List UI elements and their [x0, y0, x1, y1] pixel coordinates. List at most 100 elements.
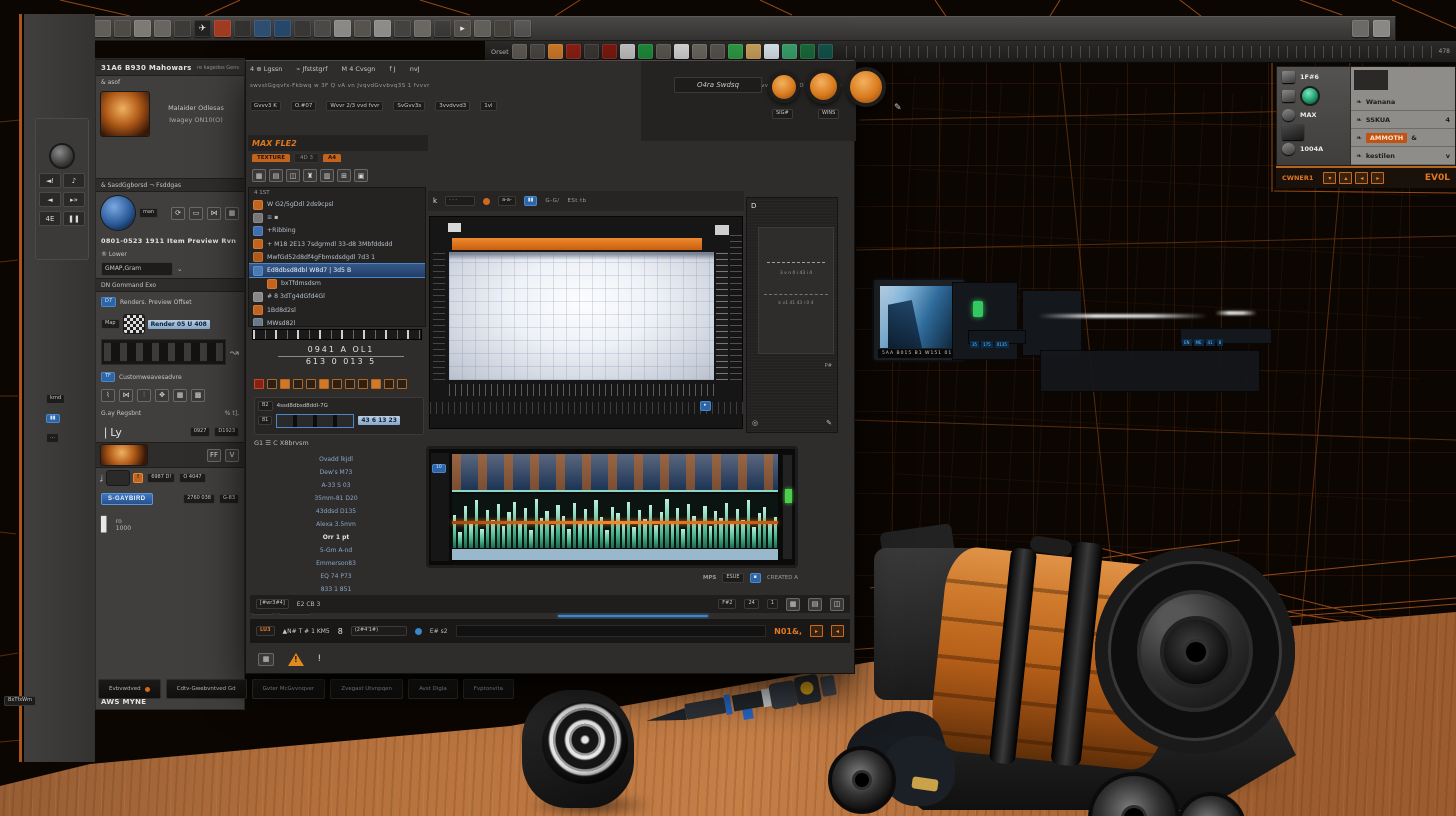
shader-tool-button[interactable]: ⟳: [171, 207, 185, 220]
snap-icon[interactable]: [1373, 20, 1390, 37]
pause-button[interactable]: ❚❚: [63, 211, 85, 226]
bottom-tab[interactable]: Zvegast Utvnpqen: [330, 679, 403, 699]
shader-tool-button[interactable]: ⋈: [207, 207, 221, 220]
warning-icon[interactable]: [288, 653, 304, 666]
bottom-tab[interactable]: Fvptonvita: [463, 679, 514, 699]
doc-blue-icon[interactable]: [764, 44, 779, 59]
glyph-button[interactable]: ⌇: [101, 389, 115, 402]
tree-green-icon[interactable]: [728, 44, 743, 59]
small-chip-1[interactable]: krnd: [46, 394, 65, 404]
tree-item[interactable]: ≡ ▪: [249, 211, 425, 224]
aa-chip[interactable]: a-a-: [498, 196, 516, 206]
segment-chip[interactable]: [293, 379, 303, 389]
page-icon[interactable]: [374, 20, 391, 37]
toolbar-chip[interactable]: O.#07: [291, 101, 316, 111]
slab-icon[interactable]: [584, 44, 599, 59]
folder-icon[interactable]: [154, 20, 171, 37]
panel-icon[interactable]: [174, 20, 191, 37]
stamp-icon[interactable]: [314, 20, 331, 37]
toolbar-chip[interactable]: SvGvv3s: [393, 101, 425, 111]
material-row[interactable]: Malaider Odlesas Iwagey ON10(O): [96, 88, 244, 140]
orange-nav-right[interactable]: ◂: [831, 625, 844, 637]
mixer-icon[interactable]: [710, 44, 725, 59]
shader-tool-button[interactable]: ▭: [189, 207, 203, 220]
orange-nav-left[interactable]: ▸: [810, 625, 823, 637]
small-chip-blue[interactable]: ▮▮: [46, 414, 60, 424]
sphere-icon[interactable]: [1282, 109, 1295, 121]
snap-toggle[interactable]: ▤: [808, 598, 822, 611]
level-knob[interactable]: [846, 67, 886, 107]
canvas-bottom-ticks[interactable]: [449, 384, 715, 396]
tab-a4-chip[interactable]: A4: [323, 154, 341, 162]
pen-icon[interactable]: ✎: [826, 419, 832, 427]
transport-track[interactable]: [456, 625, 767, 637]
tab-4d[interactable]: 4D 3: [294, 153, 319, 163]
chevron-down-icon[interactable]: ⌄: [177, 265, 182, 273]
tree-item[interactable]: +Ribbing: [249, 224, 425, 237]
statusbar-chip[interactable]: [#wr3#4]: [256, 599, 289, 609]
next-button[interactable]: ▸»: [63, 192, 85, 207]
grid-icon[interactable]: [394, 20, 411, 37]
tree-tool-button[interactable]: ▦: [252, 169, 266, 182]
clock-icon[interactable]: [1282, 90, 1295, 102]
stop-button[interactable]: 4E: [39, 211, 61, 226]
layer-toggle[interactable]: ◫: [830, 598, 844, 611]
segment-chip[interactable]: [345, 379, 355, 389]
tree-item[interactable]: + M18 2E13 7sdgrmdl 33-d8 3Mbfddsdd: [249, 238, 425, 251]
frame-white-icon[interactable]: [620, 44, 635, 59]
pair-chip[interactable]: ▮▮: [524, 196, 538, 206]
segment-chip[interactable]: [332, 379, 342, 389]
menu-item[interactable]: ⌁ Jfststgrf: [296, 65, 327, 73]
sand-icon[interactable]: [746, 44, 761, 59]
tree-item[interactable]: W G2/5gDdl 2ds9cpsl: [249, 198, 425, 211]
printer-icon[interactable]: [1282, 71, 1295, 83]
bottom-tab[interactable]: Evbvwdved: [98, 679, 161, 699]
tree-item[interactable]: bxTfdmsdsm: [249, 277, 425, 290]
preset-list-item[interactable]: 43ddsd D135: [256, 505, 416, 518]
frame-cells[interactable]: [276, 414, 354, 428]
playhead-line[interactable]: [452, 521, 778, 524]
door-orange-icon[interactable]: [548, 44, 563, 59]
list-icon[interactable]: [134, 20, 151, 37]
outliner-row[interactable]: ❧ SSKUA 4: [1351, 111, 1455, 129]
globe-icon[interactable]: [234, 20, 251, 37]
outliner-row[interactable]: ❧ AMMOTH &: [1351, 129, 1455, 147]
toolbar-chip[interactable]: Gvvv3 K: [250, 101, 281, 111]
segment-chip[interactable]: [371, 379, 381, 389]
tree-item[interactable]: Ed8dbsd8dbl W8d7 | 3d5 B: [249, 264, 425, 277]
footer-nav-button[interactable]: ▸: [1371, 172, 1384, 184]
outliner-row[interactable]: ❧ kestilen v: [1351, 147, 1455, 165]
toolbar-chip[interactable]: 1vl: [480, 101, 496, 111]
material-thumbnail[interactable]: [101, 92, 149, 136]
scatter-icon[interactable]: [414, 20, 431, 37]
noise-blue-icon[interactable]: [274, 20, 291, 37]
glyph-button[interactable]: ▦: [173, 389, 187, 402]
canvas-blue-chip[interactable]: ▸: [700, 401, 711, 411]
film-icon-1[interactable]: B2: [258, 401, 273, 411]
toolbar-chip[interactable]: Wvvr 2/3 vvd fvvr: [326, 101, 383, 111]
sphere-icon[interactable]: [514, 20, 531, 37]
transport-chip[interactable]: (2#4'1#): [351, 626, 407, 636]
preset-list-item[interactable]: Orr 1 pt: [256, 531, 416, 544]
play-icon[interactable]: ▸: [454, 20, 471, 37]
shader-ball-thumbnail[interactable]: [101, 196, 135, 230]
preset-list-item[interactable]: Emmerson83: [256, 557, 416, 570]
pencil-icon[interactable]: ✎: [894, 103, 902, 113]
note-button[interactable]: ♪: [63, 173, 85, 188]
tree-item[interactable]: MwfGd52d8df4gFbmsdsdgdl 7d3 1: [249, 251, 425, 264]
wave-scrollbar[interactable]: [782, 454, 793, 560]
tree-item[interactable]: # 8 3dTg4dGfd4Gl: [249, 290, 425, 303]
spray-icon[interactable]: [494, 20, 511, 37]
tree-tool-button[interactable]: ▣: [354, 169, 368, 182]
blue-dot[interactable]: [415, 628, 422, 635]
tree-mini-timeline[interactable]: [252, 329, 422, 340]
segment-chip[interactable]: [267, 379, 277, 389]
layers-icon[interactable]: [94, 20, 111, 37]
canvas-corner-chip[interactable]: [448, 223, 461, 232]
map-chip[interactable]: Map: [101, 319, 120, 329]
swatch-tile[interactable]: [1282, 124, 1304, 140]
status-chip[interactable]: ESUE: [722, 573, 743, 583]
selected-item-button[interactable]: S-GAYBIRD: [101, 493, 153, 505]
chevron-icon[interactable]: 4: [1445, 116, 1450, 124]
preset-list-item[interactable]: Alexa 3.5mm: [256, 518, 416, 531]
